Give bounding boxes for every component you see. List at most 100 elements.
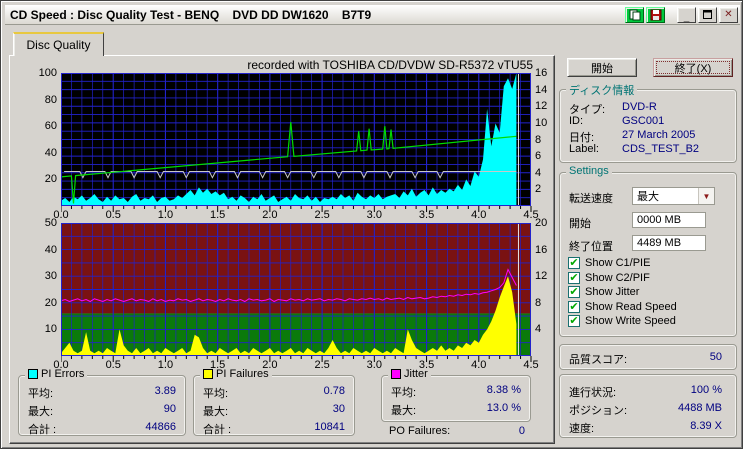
disc-label-value: CDS_TEST_B2 — [622, 143, 699, 155]
axis-tick-label: 12 — [535, 270, 559, 282]
checkbox-label: Show Jitter — [585, 286, 639, 298]
jitter-pi-failures-chart — [61, 223, 533, 365]
pi-errors-total-label: 合計 : — [28, 421, 56, 437]
pi-errors-avg-value: 3.89 — [155, 385, 176, 397]
pi-errors-max-label: 最大: — [28, 403, 53, 419]
transfer-speed-value: 最大 — [633, 188, 698, 204]
start-position-label: 開始 — [569, 215, 591, 231]
axis-tick-label: 2 — [535, 183, 559, 195]
axis-tick-label: 10 — [535, 117, 559, 129]
exit-button[interactable]: 終了(X) — [653, 58, 733, 77]
speed-value: 8.39 X — [690, 420, 722, 432]
axis-tick-label: 16 — [535, 244, 559, 256]
jitter-max-label: 最大: — [391, 402, 416, 418]
jitter-color-chip — [391, 369, 401, 379]
pi-failures-color-chip — [203, 369, 213, 379]
quality-score-panel: 品質スコア: 50 — [559, 344, 737, 370]
pi-failures-max-value: 30 — [333, 403, 345, 415]
pi-errors-title: PI Errors — [25, 368, 87, 380]
po-failures-label: PO Failures: — [389, 425, 450, 437]
checkbox-show-read-speed[interactable]: ✔ — [568, 301, 580, 313]
transfer-speed-select[interactable]: 最大 ▼ — [632, 187, 715, 205]
jitter-avg-label: 平均: — [391, 384, 416, 400]
pi-errors-max-value: 90 — [164, 403, 176, 415]
minimize-icon: _ — [684, 13, 690, 23]
copy-icon — [629, 9, 641, 21]
axis-tick-label: 20 — [25, 173, 57, 185]
close-icon: ✕ — [724, 10, 732, 20]
checkbox-label: Show C2/PIF — [585, 272, 650, 284]
disc-id-label: ID: — [569, 115, 583, 127]
checkbox-show-c1-pie[interactable]: ✔ — [568, 257, 580, 269]
pi-errors-panel: PI Errors 平均: 3.89 最大: 90 合計 : 44866 — [18, 375, 186, 436]
axis-tick-label: 4.0 — [463, 209, 495, 221]
checkbox-show-jitter[interactable]: ✔ — [568, 286, 580, 298]
axis-tick-label: 3.0 — [358, 359, 390, 371]
pi-failures-title: PI Failures — [200, 368, 272, 380]
pi-failures-total-value: 10841 — [314, 421, 345, 433]
settings-panel: Settings 転送速度 最大 ▼ 開始 0000 MB 終了位置 4489 … — [559, 172, 737, 337]
pi-failures-avg-value: 0.78 — [324, 385, 345, 397]
chevron-down-icon[interactable]: ▼ — [698, 188, 714, 204]
axis-tick-label: 20 — [25, 297, 57, 309]
quality-score-value: 50 — [710, 351, 722, 363]
copy-button[interactable] — [625, 7, 644, 23]
axis-tick-label: 6 — [535, 150, 559, 162]
check-icon: ✔ — [569, 258, 578, 268]
transfer-speed-label: 転送速度 — [569, 190, 613, 206]
check-icon: ✔ — [569, 287, 578, 297]
check-icon: ✔ — [569, 273, 578, 283]
disc-info-panel: ディスク情報 タイプ: DVD-R ID: GSC001 日付: 27 Marc… — [559, 89, 737, 163]
axis-tick-label: 4 — [535, 323, 559, 335]
axis-tick-label: 80 — [25, 94, 57, 106]
checkbox-label: Show Read Speed — [585, 301, 677, 313]
save-icon — [650, 9, 662, 21]
pi-errors-speed-chart — [61, 73, 533, 215]
check-icon: ✔ — [569, 316, 578, 326]
axis-tick-label: 4.0 — [463, 359, 495, 371]
axis-tick-label: 60 — [25, 120, 57, 132]
pi-failures-avg-label: 平均: — [203, 385, 228, 401]
axis-tick-label: 4.5 — [515, 359, 547, 371]
progress-label: 進行状況: — [569, 384, 616, 400]
axis-tick-label: 1.0 — [149, 359, 181, 371]
disc-id-value: GSC001 — [622, 115, 664, 127]
axis-tick-label: 1.0 — [149, 209, 181, 221]
checkbox-label: Show C1/PIE — [585, 257, 650, 269]
pi-errors-avg-label: 平均: — [28, 385, 53, 401]
axis-tick-label: 100 — [25, 67, 57, 79]
axis-tick-label: 12 — [535, 100, 559, 112]
speed-label: 速度: — [569, 420, 594, 436]
axis-tick-label: 40 — [25, 244, 57, 256]
pi-failures-panel: PI Failures 平均: 0.78 最大: 30 合計 : 10841 — [193, 375, 355, 436]
axis-tick-label: 0.5 — [97, 209, 129, 221]
axis-tick-label: 8 — [535, 297, 559, 309]
jitter-max-value: 13.0 % — [487, 402, 521, 414]
minimize-button[interactable]: _ — [677, 7, 696, 23]
quality-score-label: 品質スコア: — [569, 351, 627, 367]
maximize-button[interactable] — [698, 7, 717, 23]
pi-failures-total-label: 合計 : — [203, 421, 231, 437]
position-value: 4488 MB — [678, 402, 722, 414]
position-label: ポジション: — [569, 402, 627, 418]
start-button[interactable]: 開始 — [567, 58, 637, 77]
tab-disc-quality[interactable]: Disc Quality — [13, 32, 104, 56]
jitter-avg-value: 8.38 % — [487, 384, 521, 396]
end-position-field[interactable]: 4489 MB — [632, 235, 706, 251]
disc-label-label: Label: — [569, 143, 599, 155]
axis-tick-label: 8 — [535, 134, 559, 146]
checkbox-show-write-speed[interactable]: ✔ — [568, 315, 580, 327]
checkbox-show-c2-pif[interactable]: ✔ — [568, 272, 580, 284]
close-button[interactable]: ✕ — [719, 7, 738, 23]
axis-tick-label: 10 — [25, 323, 57, 335]
axis-tick-label: 2.5 — [306, 209, 338, 221]
disc-type-value: DVD-R — [622, 101, 657, 113]
chart-header: recorded with TOSHIBA CD/DVDW SD-R5372 v… — [231, 58, 533, 72]
start-position-field[interactable]: 0000 MB — [632, 212, 706, 228]
axis-tick-label: 3.0 — [358, 209, 390, 221]
axis-tick-label: 2.0 — [254, 209, 286, 221]
pi-failures-max-label: 最大: — [203, 403, 228, 419]
save-button[interactable] — [646, 7, 665, 23]
axis-tick-label: 16 — [535, 67, 559, 79]
axis-tick-label: 30 — [25, 270, 57, 282]
